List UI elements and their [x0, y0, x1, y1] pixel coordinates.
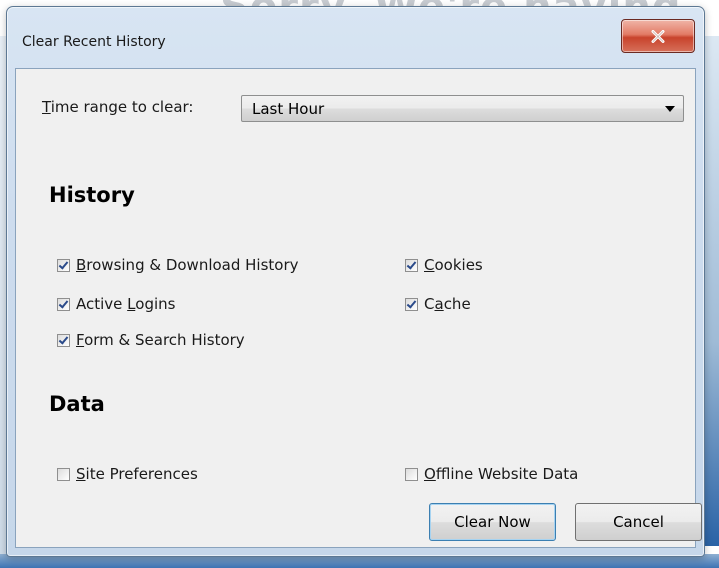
- time-range-label-rest: ime range to clear:: [50, 98, 194, 116]
- checkbox-cookies[interactable]: Cookies: [405, 256, 483, 274]
- data-heading: Data: [49, 392, 105, 416]
- checkbox-label: Site Preferences: [76, 465, 198, 483]
- time-range-label-mnemonic: T: [42, 98, 51, 116]
- close-icon: [651, 29, 665, 43]
- checkbox-label: Cookies: [424, 256, 483, 274]
- checkbox-box[interactable]: [57, 258, 70, 272]
- checkbox-box[interactable]: [405, 467, 418, 481]
- dialog-body: Time range to clear: Last Hour History B…: [15, 68, 702, 548]
- checkbox-active-logins[interactable]: Active Logins: [57, 295, 175, 313]
- checkbox-label: Cache: [424, 295, 471, 313]
- checkbox-box[interactable]: [57, 297, 70, 311]
- clear-history-dialog: Clear Recent History Time range to clear…: [6, 6, 705, 557]
- checkbox-label: Active Logins: [76, 295, 176, 313]
- checkbox-browsing-download-history[interactable]: Browsing & Download History: [57, 256, 299, 274]
- checkbox-site-preferences[interactable]: Site Preferences: [57, 465, 198, 483]
- checkbox-label: Offline Website Data: [424, 465, 579, 483]
- time-range-select[interactable]: Last Hour: [241, 95, 684, 122]
- dialog-title: Clear Recent History: [22, 34, 166, 50]
- checkbox-box[interactable]: [57, 333, 70, 347]
- time-range-label: Time range to clear:: [42, 98, 193, 116]
- checkbox-box[interactable]: [405, 297, 418, 311]
- checkbox-box[interactable]: [405, 258, 418, 272]
- background-strip-right: [703, 36, 719, 546]
- title-bar[interactable]: Clear Recent History: [7, 7, 704, 73]
- clear-now-button[interactable]: Clear Now: [429, 503, 556, 541]
- checkbox-form-search-history[interactable]: Form & Search History: [57, 331, 245, 349]
- checkbox-box[interactable]: [57, 467, 70, 481]
- checkbox-offline-website-data[interactable]: Offline Website Data: [405, 465, 578, 483]
- checkbox-cache[interactable]: Cache: [405, 295, 471, 313]
- history-heading: History: [49, 183, 135, 207]
- checkbox-label: Browsing & Download History: [76, 256, 299, 274]
- checkbox-label: Form & Search History: [76, 331, 245, 349]
- chevron-down-icon: [665, 106, 675, 112]
- cancel-button[interactable]: Cancel: [575, 503, 702, 541]
- time-range-selected-value: Last Hour: [252, 100, 325, 118]
- close-button[interactable]: [621, 19, 695, 53]
